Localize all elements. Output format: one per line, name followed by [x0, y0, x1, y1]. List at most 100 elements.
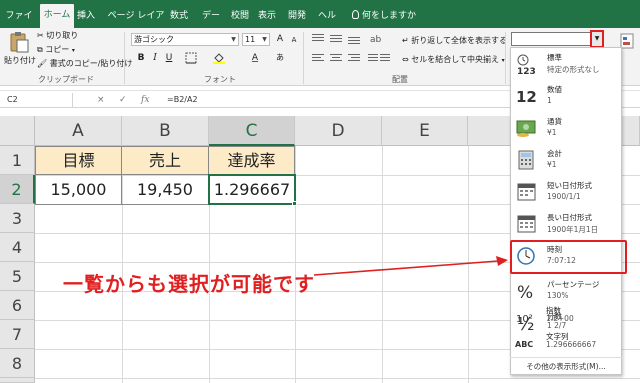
- underline-button[interactable]: U: [163, 52, 175, 64]
- format-option-general[interactable]: 123 標準 特定の形式なし: [511, 48, 623, 80]
- wrap-text-label: 折り返して全体を表示する: [411, 36, 508, 45]
- tell-me-label: 何をしますか: [362, 11, 417, 21]
- phonetic-button[interactable]: あ: [274, 52, 286, 64]
- svg-text:%: %: [517, 283, 533, 302]
- row-header[interactable]: 5: [0, 262, 35, 291]
- chevron-down-icon: ▼: [594, 35, 600, 42]
- format-option-sample: ¥1: [547, 128, 557, 137]
- scientific-format-icon: 10²: [516, 314, 533, 325]
- format-painter-label: 書式のコピー/貼り付け: [49, 59, 133, 68]
- accounting-format-icon: [518, 150, 534, 170]
- group-divider: [303, 32, 304, 84]
- font-color-icon: A: [251, 53, 259, 63]
- tab-data[interactable]: データ: [199, 6, 223, 41]
- borders-button[interactable]: [185, 52, 197, 64]
- merge-icon: ⇔: [402, 55, 409, 64]
- format-option-short-date[interactable]: 短い日付形式 1900/1/1: [511, 176, 623, 208]
- tell-me-search[interactable]: 何をしますか: [352, 6, 416, 28]
- annotation-text: 一覧からも選択が可能です: [63, 272, 315, 296]
- format-painter-button[interactable]: 🖌 書式のコピー/貼り付け: [37, 58, 132, 69]
- number-format-combo[interactable]: [511, 32, 601, 46]
- cancel-icon[interactable]: ×: [97, 93, 105, 107]
- column-header[interactable]: E: [382, 116, 468, 146]
- tab-help[interactable]: ヘルプ: [314, 6, 340, 41]
- row-header[interactable]: 3: [0, 204, 35, 233]
- grow-font-button[interactable]: A: [274, 33, 286, 45]
- svg-text:10²: 10²: [516, 314, 533, 325]
- chevron-down-icon: ▾: [71, 47, 75, 54]
- font-color-button[interactable]: A: [249, 52, 261, 64]
- row-header[interactable]: 1: [0, 146, 35, 175]
- value-cell[interactable]: 19,450: [122, 175, 209, 205]
- header-cell[interactable]: 売上: [122, 146, 209, 175]
- svg-text:ab: ab: [370, 35, 382, 45]
- shrink-font-button[interactable]: A: [288, 34, 300, 46]
- merge-center-button[interactable]: ⇔ セルを結合して中央揃え ▾: [402, 54, 505, 65]
- paste-button[interactable]: 貼り付け: [4, 31, 36, 71]
- tab-page-layout[interactable]: ページ レイアウト: [104, 6, 168, 41]
- row-header[interactable]: 7: [0, 320, 35, 349]
- name-box[interactable]: C2: [3, 93, 73, 107]
- alignment-buttons-icon[interactable]: ab: [310, 32, 390, 68]
- brush-icon: 🖌: [37, 59, 48, 68]
- tab-review[interactable]: 校閲: [231, 6, 249, 28]
- header-cell[interactable]: 達成率: [209, 146, 295, 175]
- cut-button[interactable]: ✂ 切り取り: [37, 30, 78, 41]
- italic-button[interactable]: I: [149, 52, 161, 64]
- tab-insert[interactable]: 挿入: [76, 6, 96, 28]
- svg-text:12: 12: [516, 88, 537, 106]
- row-header[interactable]: 6: [0, 291, 35, 320]
- column-header[interactable]: D: [295, 116, 382, 146]
- format-option-text[interactable]: ABC 文字列 1.296666667: [510, 327, 622, 359]
- grow-font-icon: A: [276, 34, 284, 44]
- format-option-accounting[interactable]: 会計 ¥1: [511, 144, 623, 176]
- number-format-dropdown-button[interactable]: ▼: [590, 30, 604, 48]
- format-option-title: 通貨: [547, 117, 562, 126]
- row-header[interactable]: 4: [0, 233, 35, 262]
- more-number-formats-button[interactable]: その他の表示形式(M)...: [510, 357, 622, 375]
- format-option-sample: 1900年1月1日: [547, 225, 599, 234]
- selected-cell[interactable]: 1.296667: [208, 174, 296, 205]
- borders-icon: [185, 52, 197, 64]
- tab-formulas[interactable]: 数式: [170, 6, 188, 28]
- value-cell[interactable]: 15,000: [35, 175, 122, 205]
- bold-button[interactable]: B: [135, 52, 147, 64]
- tab-home[interactable]: ホーム: [40, 4, 74, 28]
- copy-button[interactable]: ⧉ コピー ▾: [37, 44, 75, 55]
- font-size-combo[interactable]: 11 ▼: [242, 33, 270, 46]
- enter-icon[interactable]: ✓: [119, 93, 127, 107]
- italic-icon: I: [153, 53, 157, 63]
- column-header[interactable]: B: [122, 116, 209, 146]
- format-option-number[interactable]: 12 数値 1: [511, 80, 623, 112]
- alignment-group-label: 配置: [392, 75, 408, 84]
- format-option-currency[interactable]: 通貨 ¥1: [511, 112, 623, 144]
- header-cell[interactable]: 目標: [35, 146, 122, 175]
- format-option-title: 標準: [547, 53, 562, 62]
- font-name-combo[interactable]: 游ゴシック ▼: [131, 33, 239, 46]
- formula-input[interactable]: =B2/A2: [167, 93, 198, 107]
- insert-function-icon[interactable]: fx: [141, 93, 149, 107]
- bold-icon: B: [137, 53, 145, 63]
- tab-file[interactable]: ファイル: [4, 6, 34, 41]
- number-format-icon: 12: [516, 88, 537, 106]
- shrink-font-icon: A: [291, 36, 297, 44]
- tab-developer[interactable]: 開発: [287, 6, 307, 28]
- fill-color-button[interactable]: [213, 52, 225, 64]
- row-header[interactable]: 2: [0, 175, 35, 204]
- row-header[interactable]: [0, 378, 35, 383]
- wrap-text-button[interactable]: ↵ 折り返して全体を表示する: [402, 35, 507, 46]
- scissors-icon: ✂: [37, 31, 44, 40]
- column-header[interactable]: A: [35, 116, 122, 146]
- format-option-sample: 1.E+00: [546, 314, 574, 323]
- column-header[interactable]: C: [209, 116, 295, 146]
- tab-view[interactable]: 表示: [258, 6, 276, 28]
- phonetic-icon: あ: [276, 53, 284, 62]
- format-option-long-date[interactable]: 長い日付形式 1900年1月1日: [511, 208, 623, 240]
- format-option-sample: ¥1: [547, 160, 557, 169]
- fill-handle[interactable]: [292, 201, 297, 206]
- select-all-corner[interactable]: [0, 116, 35, 146]
- copy-icon: ⧉: [37, 44, 43, 54]
- chevron-down-icon: ▼: [262, 36, 267, 43]
- merge-center-label: セルを結合して中央揃え: [411, 55, 500, 64]
- row-header[interactable]: 8: [0, 349, 35, 378]
